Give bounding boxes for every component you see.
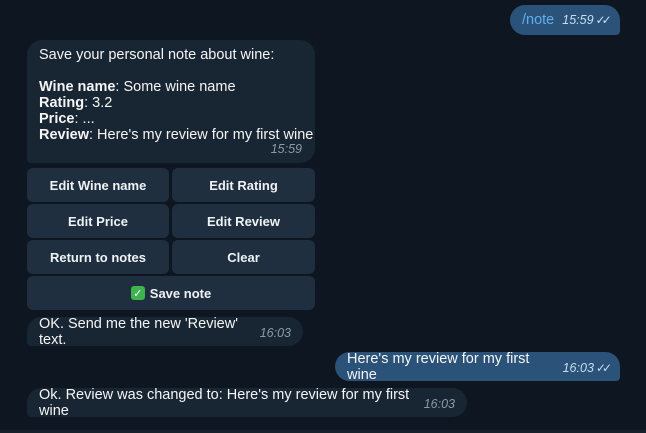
edit-rating-button[interactable]: Edit Rating xyxy=(172,168,315,202)
white-check-mark-icon: ✓ xyxy=(130,286,145,300)
message-note-command[interactable]: /note 15:59 ✓✓ xyxy=(510,5,620,35)
note-command-link[interactable]: /note xyxy=(522,12,554,28)
message-text: Ok. Review was changed to: Here's my rev… xyxy=(39,386,410,419)
message-time: 16:03 xyxy=(259,326,291,340)
edit-review-button[interactable]: Edit Review xyxy=(172,204,315,238)
message-time: 15:59 ✓✓ xyxy=(562,13,612,27)
message-time: 15:59 xyxy=(270,142,302,156)
edit-price-button[interactable]: Edit Price xyxy=(27,204,169,238)
read-checks-icon: ✓✓ xyxy=(595,13,612,27)
field-wine-name: Wine name: Some wine name xyxy=(39,79,236,95)
read-checks-icon: ✓✓ xyxy=(595,361,612,375)
save-note-button[interactable]: ✓ Save note xyxy=(27,276,315,310)
save-note-label: Save note xyxy=(149,285,212,301)
return-to-notes-button[interactable]: Return to notes xyxy=(27,240,169,274)
edit-wine-name-button[interactable]: Edit Wine name xyxy=(27,168,169,202)
clear-button[interactable]: Clear xyxy=(172,240,315,274)
field-review: Review: Here's my review for my first wi… xyxy=(39,127,314,143)
field-price: Price: ... xyxy=(39,111,95,127)
message-request-review[interactable]: OK. Send me the new 'Review' text. 16:03 xyxy=(27,315,303,348)
message-time: 16:03 ✓✓ xyxy=(562,361,612,375)
note-intro: Save your personal note about wine: xyxy=(39,47,275,63)
field-rating: Rating: 3.2 xyxy=(39,95,113,111)
chat-area: /note 15:59 ✓✓ Save your personal note ab… xyxy=(0,0,646,433)
message-note-summary[interactable]: Save your personal note about wine: Wine… xyxy=(27,40,315,163)
message-review-changed[interactable]: Ok. Review was changed to: Here's my rev… xyxy=(27,386,467,419)
message-text: OK. Send me the new 'Review' text. xyxy=(39,315,238,348)
message-time: 16:03 xyxy=(423,397,455,411)
message-text: Here's my review for my first wine xyxy=(347,350,530,383)
message-review-reply[interactable]: Here's my review for my first wine 16:03… xyxy=(335,350,620,383)
